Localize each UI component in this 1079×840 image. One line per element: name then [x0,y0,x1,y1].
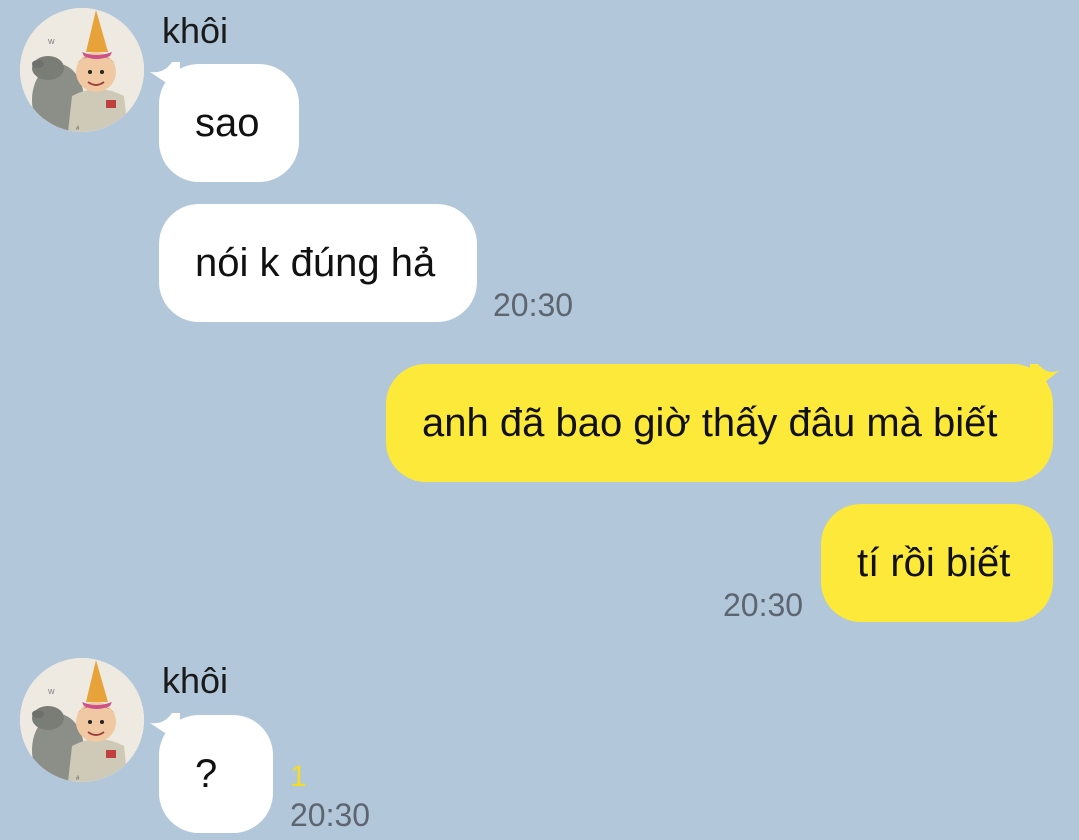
svg-text:W: W [48,689,55,696]
message-text: anh đã bao giờ thấy đâu mà biết [422,401,998,445]
message-text: nói k đúng hả [195,241,436,285]
svg-text:W: W [48,39,55,46]
message-text: sao [195,101,260,145]
message-bubble[interactable]: sao [159,64,299,182]
sender-name: khôi [162,10,229,51]
sender-name: khôi [162,660,229,701]
message-bubble[interactable]: anh đã bao giờ thấy đâu mà biết [386,364,1053,482]
avatar-photo-icon: W # [20,8,144,132]
avatar-photo-icon: W # [20,658,144,782]
message-bubble[interactable]: tí rồi biết [821,504,1053,622]
avatar[interactable]: W # [20,658,144,782]
message-bubble[interactable]: ? [159,715,273,833]
message-timestamp: 20:30 [493,287,574,323]
unread-count-badge: 1 [290,760,307,793]
message-timestamp: 20:30 [723,587,804,623]
message-text: ? [195,752,218,796]
avatar[interactable]: W # [20,8,144,132]
message-text: tí rồi biết [857,541,1011,585]
message-timestamp: 20:30 [290,797,371,833]
message-bubble[interactable]: nói k đúng hả [159,204,477,322]
